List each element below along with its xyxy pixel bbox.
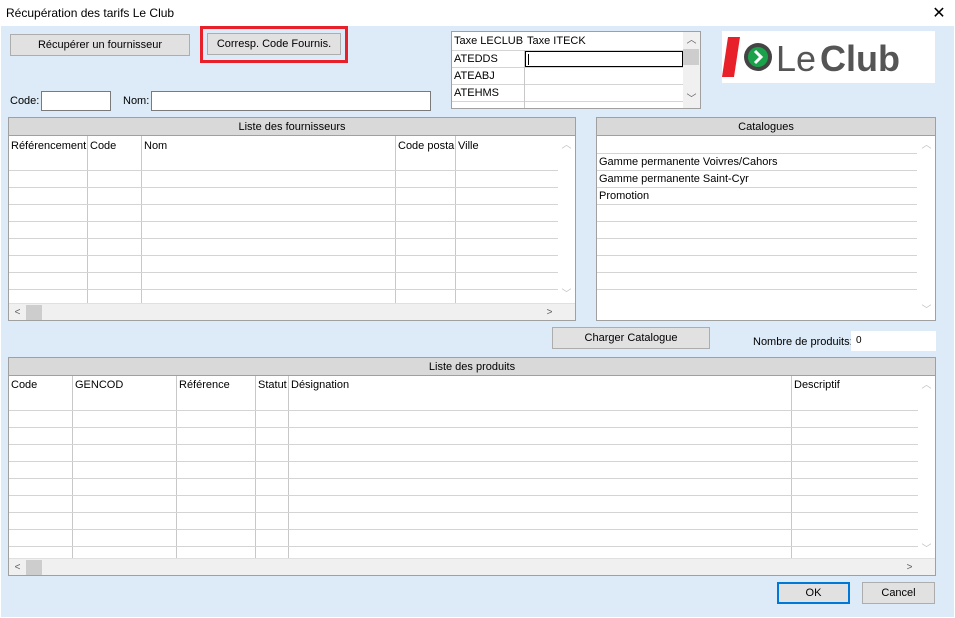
nom-label: Nom:: [123, 95, 150, 107]
corresp-code-fournis-button[interactable]: Corresp. Code Fournis.: [207, 33, 341, 55]
close-icon[interactable]: ✕: [923, 0, 955, 26]
products-grid: Liste des produits Code GENCOD Référence…: [8, 357, 936, 576]
tax-iteck-editor[interactable]: [525, 51, 683, 67]
suppliers-hscroll[interactable]: < >: [9, 303, 575, 320]
products-hscroll[interactable]: < >: [9, 558, 935, 575]
suppliers-col-code-postal[interactable]: Code postal: [398, 140, 457, 152]
products-col-code[interactable]: Code: [11, 379, 37, 391]
products-vscroll[interactable]: ︿ ﹀: [918, 376, 935, 559]
nombre-produits-label: Nombre de produits:: [753, 336, 853, 348]
scroll-thumb[interactable]: [683, 49, 699, 65]
catalogue-item[interactable]: Promotion: [599, 190, 649, 202]
tax-row-leclub[interactable]: ATEDDS: [454, 53, 498, 65]
leclub-logo: Le Club: [722, 31, 935, 83]
products-col-reference[interactable]: Référence: [179, 379, 230, 391]
scroll-down-icon[interactable]: ﹀: [558, 286, 575, 303]
scroll-thumb[interactable]: [26, 305, 42, 320]
suppliers-title: Liste des fournisseurs: [9, 118, 575, 136]
suppliers-col-referencement[interactable]: Référencement: [11, 140, 86, 152]
scroll-up-icon[interactable]: ︿: [558, 137, 575, 154]
catalogues-title: Catalogues: [597, 118, 935, 136]
scroll-right-icon[interactable]: >: [901, 559, 918, 575]
suppliers-vscroll[interactable]: ︿ ﹀: [558, 136, 575, 304]
scroll-down-icon[interactable]: ﹀: [918, 302, 935, 319]
title-bar: Récupération des tarifs Le Club ✕: [0, 0, 955, 26]
tax-row-leclub[interactable]: ATEABJ: [454, 70, 495, 82]
charger-catalogue-button[interactable]: Charger Catalogue: [552, 327, 710, 349]
catalogue-item[interactable]: Gamme permanente Saint-Cyr: [599, 173, 749, 185]
products-title: Liste des produits: [9, 358, 935, 376]
scroll-up-icon[interactable]: ︿: [918, 377, 935, 394]
products-col-gencod[interactable]: GENCOD: [75, 379, 123, 391]
products-col-designation[interactable]: Désignation: [291, 379, 349, 391]
scroll-down-icon[interactable]: ﹀: [918, 541, 935, 558]
tax-vscroll[interactable]: ︿ ﹀: [683, 32, 700, 108]
scroll-left-icon[interactable]: <: [9, 304, 26, 320]
tax-header-leclub: Taxe LECLUB: [454, 35, 524, 47]
scroll-up-icon[interactable]: ︿: [918, 137, 935, 154]
scroll-left-icon[interactable]: <: [9, 559, 26, 575]
catalogues-grid: Catalogues Gamme permanente Voivres/Caho…: [596, 117, 936, 321]
products-col-statut[interactable]: Statut: [258, 379, 287, 391]
scroll-down-icon[interactable]: ﹀: [683, 91, 700, 108]
nombre-produits-field[interactable]: 0: [851, 331, 936, 351]
logo-text-club: Club: [820, 38, 900, 79]
suppliers-grid: Liste des fournisseurs Référencement Cod…: [8, 117, 576, 321]
products-col-descriptif[interactable]: Descriptif: [794, 379, 840, 391]
ok-button[interactable]: OK: [777, 582, 850, 604]
text-caret: [528, 54, 529, 65]
suppliers-col-nom[interactable]: Nom: [144, 140, 167, 152]
recuperer-fournisseur-button[interactable]: Récupérer un fournisseur: [10, 34, 190, 56]
catalogues-vscroll[interactable]: ︿ ﹀: [918, 136, 935, 320]
nom-field[interactable]: [151, 91, 431, 111]
suppliers-col-ville[interactable]: Ville: [458, 140, 479, 152]
cancel-button[interactable]: Cancel: [862, 582, 935, 604]
catalogue-item[interactable]: Gamme permanente Voivres/Cahors: [599, 156, 778, 168]
suppliers-col-code[interactable]: Code: [90, 140, 116, 152]
code-field[interactable]: [41, 91, 111, 111]
scroll-thumb[interactable]: [26, 560, 42, 575]
tax-header-iteck: Taxe ITECK: [527, 35, 586, 47]
scroll-right-icon[interactable]: >: [541, 304, 558, 320]
window-title: Récupération des tarifs Le Club: [6, 6, 175, 20]
scroll-up-icon[interactable]: ︿: [683, 32, 700, 49]
code-label: Code:: [10, 95, 40, 107]
tax-row-leclub[interactable]: ATEHMS: [454, 87, 499, 99]
tax-grid: Taxe LECLUB Taxe ITECK ATEDDS ATEABJ ATE…: [451, 31, 701, 109]
logo-text-le: Le: [776, 38, 816, 79]
